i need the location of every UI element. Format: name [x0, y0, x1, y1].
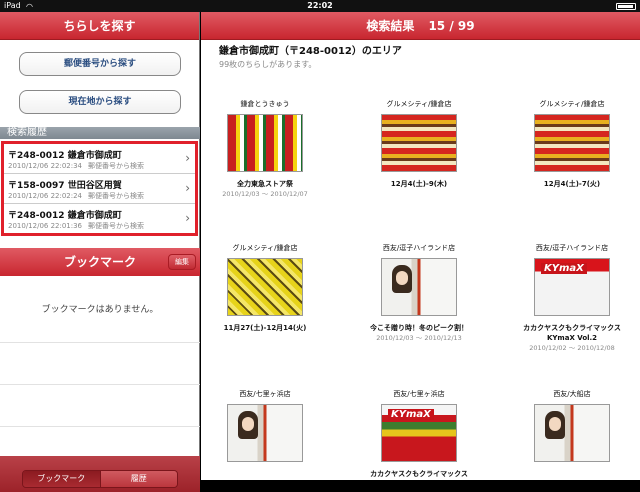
flyer-thumbnail[interactable]: KYmaX	[381, 404, 457, 462]
flyer-card[interactable]: グルメシティ/鎌倉店 12月4(土)-9(木)	[364, 98, 474, 189]
kymax-logo: KYmaX	[388, 409, 434, 420]
history-row[interactable]: 〒248-0012 鎌倉市御成町 2010/12/06 22:01:36 郵便番号…	[4, 204, 195, 234]
flyer-caption: 12月4(土)-9(木)	[390, 180, 448, 188]
status-bar: iPad ◠ 22:02	[0, 0, 640, 12]
right-pane: 検索結果 15 / 99 鎌倉市御成町（〒248-0012）のエリア 99枚のちら…	[201, 12, 640, 480]
location-search-button[interactable]: 現在地から探す	[19, 90, 181, 114]
flyer-store: 西友/逗子ハイランド店	[535, 244, 609, 252]
flyer-caption: 12月4(土)-7(火)	[543, 180, 601, 188]
flyer-caption: 今こそ贈り時！冬のピーク割！	[370, 324, 468, 332]
flyer-card[interactable]: 西友/七里ヶ浜店 KYmaX カカクヤスクもクライマックス	[364, 388, 474, 479]
history-row-title: 〒248-0012 鎌倉市御成町	[8, 151, 122, 161]
flyer-store: 西友/七里ヶ浜店	[239, 390, 291, 398]
history-row-title: 〒158-0097 世田谷区用賀	[8, 181, 122, 191]
flyer-date: 2010/12/03 〜 2010/12/13	[376, 334, 462, 342]
flyer-card[interactable]: 鎌倉とうきゅう 全力東急ストア祭 2010/12/03 〜 2010/12/07	[210, 98, 320, 199]
flyer-caption: カカクヤスクもクライマックス	[370, 470, 468, 478]
tab-segment: ブックマーク 履歴	[22, 470, 178, 488]
flyer-thumbnail[interactable]: KYmaX	[534, 258, 610, 316]
flyer-date: 2010/12/02 〜 2010/12/08	[529, 344, 615, 352]
flyer-store: 西友/逗子ハイランド店	[382, 244, 456, 252]
flyer-thumbnail[interactable]	[381, 258, 457, 316]
battery-icon	[616, 3, 636, 10]
flyer-caption: 11月27(土)-12月14(火)	[223, 324, 307, 332]
flyer-card[interactable]: グルメシティ/鎌倉店 12月4(土)-7(火)	[517, 98, 627, 189]
chevron-right-icon: ›	[185, 211, 190, 225]
results-title: 検索結果	[366, 19, 415, 33]
flyer-thumbnail[interactable]	[381, 114, 457, 172]
flyer-store: グルメシティ/鎌倉店	[539, 100, 605, 108]
flyer-card[interactable]: 西友/逗子ハイランド店 今こそ贈り時！冬のピーク割！ 2010/12/03 〜 …	[364, 242, 474, 343]
clock: 22:02	[307, 1, 333, 10]
area-title: 鎌倉市御成町（〒248-0012）のエリア	[219, 46, 402, 57]
chevron-right-icon: ›	[185, 151, 190, 165]
flyer-card[interactable]: グルメシティ/鎌倉店 11月27(土)-12月14(火)	[210, 242, 320, 333]
flyer-card[interactable]: 西友/大船店	[517, 388, 627, 462]
flyer-store: 西友/七里ヶ浜店	[393, 390, 445, 398]
flyer-store: 鎌倉とうきゅう	[240, 100, 290, 108]
person-image	[545, 411, 565, 439]
flyer-date: 2010/12/03 〜 2010/12/07	[222, 190, 308, 198]
flyer-caption: 全力東急ストア祭	[237, 180, 293, 188]
flyer-thumbnail[interactable]	[227, 114, 303, 172]
flyer-store: グルメシティ/鎌倉店	[232, 244, 298, 252]
flyer-store: 西友/大船店	[553, 390, 591, 398]
postcode-search-button[interactable]: 郵便番号から探す	[19, 52, 181, 76]
flyer-card[interactable]: 西友/逗子ハイランド店 KYmaX カカクヤスクもクライマックス KYmaX V…	[517, 242, 627, 353]
history-list: 〒248-0012 鎌倉市御成町 2010/12/06 22:02:34 郵便番号…	[1, 141, 198, 236]
bottom-toolbar: ブックマーク 履歴	[0, 456, 200, 492]
flyer-store: グルメシティ/鎌倉店	[386, 100, 452, 108]
history-row-meta: 2010/12/06 22:02:24 郵便番号から検索	[8, 192, 145, 200]
history-row[interactable]: 〒158-0097 世田谷区用賀 2010/12/06 22:02:24 郵便番号…	[4, 174, 195, 204]
bookmark-empty-text: ブックマークはありません。	[41, 305, 159, 315]
chevron-right-icon: ›	[185, 181, 190, 195]
bookmark-title: ブックマーク	[63, 255, 136, 269]
history-row-meta: 2010/12/06 22:02:34 郵便番号から検索	[8, 162, 145, 170]
edit-button[interactable]: 編集	[168, 254, 196, 270]
history-row-meta: 2010/12/06 22:01:36 郵便番号から検索	[8, 222, 145, 230]
history-row[interactable]: 〒248-0012 鎌倉市御成町 2010/12/06 22:02:34 郵便番号…	[4, 144, 195, 174]
flyer-thumbnail[interactable]	[227, 258, 303, 316]
flyer-thumbnail[interactable]	[227, 404, 303, 462]
flyer-thumbnail[interactable]	[534, 404, 610, 462]
left-nav-title: ちらしを探す	[0, 12, 199, 40]
results-subtitle: 99枚のちらしがあります。	[219, 60, 317, 69]
kymax-logo: KYmaX	[541, 263, 587, 274]
flyer-thumbnail[interactable]	[534, 114, 610, 172]
history-header: 検索履歴	[0, 127, 200, 139]
tab-history[interactable]: 履歴	[99, 471, 177, 487]
person-image	[392, 265, 412, 293]
flyer-card[interactable]: 西友/七里ヶ浜店	[210, 388, 320, 462]
tab-bookmark[interactable]: ブックマーク	[23, 471, 100, 487]
history-row-title: 〒248-0012 鎌倉市御成町	[8, 211, 122, 221]
results-nav: 検索結果 15 / 99	[201, 12, 640, 40]
person-image	[238, 411, 258, 439]
left-pane: ちらしを探す 郵便番号から探す 現在地から探す 検索履歴 〒248-0012 鎌…	[0, 12, 200, 492]
flyer-caption: カカクヤスクもクライマックス KYmaX Vol.2	[523, 324, 621, 342]
bookmark-header: ブックマーク 編集	[0, 248, 200, 276]
results-count: 15 / 99	[428, 19, 475, 33]
